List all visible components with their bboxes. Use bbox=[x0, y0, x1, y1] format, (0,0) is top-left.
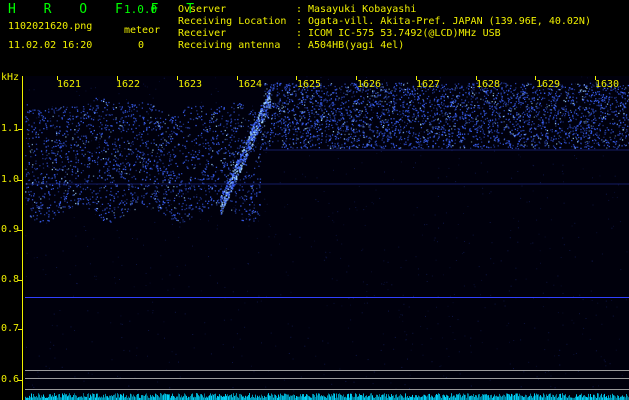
y-tick-label: 1.0 bbox=[1, 174, 20, 185]
y-tick-label: 0.9 bbox=[1, 224, 20, 235]
reference-line bbox=[25, 389, 629, 390]
x-tick bbox=[57, 76, 58, 80]
spectrogram-plot[interactable] bbox=[25, 76, 629, 400]
meteor-label: meteor bbox=[124, 25, 161, 36]
x-tick-label: 1628 bbox=[475, 79, 501, 90]
info-row-observer: Ovserver: Masayuki Kobayashi bbox=[178, 4, 416, 15]
reference-line bbox=[25, 378, 629, 379]
info-value: A504HB(yagi 4el) bbox=[308, 40, 405, 51]
y-tick-label: 0.7 bbox=[1, 323, 20, 334]
y-tick-label: 0.6 bbox=[1, 374, 20, 385]
info-value: Masayuki Kobayashi bbox=[308, 4, 417, 15]
meteor-count: 0 bbox=[138, 40, 145, 51]
x-tick-label: 1623 bbox=[177, 79, 203, 90]
x-tick-label: 1624 bbox=[237, 79, 263, 90]
y-tick-label: 1.1 bbox=[1, 123, 20, 134]
info-key: Receiver bbox=[178, 28, 227, 39]
x-tick-label: 1626 bbox=[356, 79, 382, 90]
y-tick bbox=[18, 180, 22, 181]
info-separator: : bbox=[296, 4, 303, 15]
x-tick-label: 1627 bbox=[415, 79, 441, 90]
y-tick bbox=[18, 380, 22, 381]
info-separator: : bbox=[296, 16, 303, 27]
app-title: H R O F F T bbox=[8, 2, 205, 17]
info-key: Receiving Location bbox=[178, 16, 287, 27]
x-tick bbox=[237, 76, 238, 80]
x-tick bbox=[416, 76, 417, 80]
x-tick-label: 1629 bbox=[535, 79, 561, 90]
x-tick bbox=[296, 76, 297, 80]
x-tick-label: 1621 bbox=[56, 79, 82, 90]
x-tick bbox=[177, 76, 178, 80]
y-tick bbox=[18, 280, 22, 281]
spectrogram-canvas bbox=[25, 76, 629, 400]
app-version: 1.0.0 bbox=[124, 3, 158, 16]
reference-line bbox=[25, 297, 629, 298]
x-tick-label: 1630 bbox=[594, 79, 620, 90]
info-row-receiver: Receiver: ICOM IC-575 53.7492(@LCD)MHz US… bbox=[178, 28, 501, 39]
y-tick-label: 0.8 bbox=[1, 274, 20, 285]
y-axis bbox=[22, 76, 23, 400]
x-tick bbox=[595, 76, 596, 80]
file-name: 1102021620.png bbox=[8, 21, 93, 32]
reference-line bbox=[25, 370, 629, 371]
x-tick bbox=[356, 76, 357, 80]
y-tick bbox=[18, 329, 22, 330]
x-tick-label: 1625 bbox=[296, 79, 322, 90]
x-tick bbox=[117, 76, 118, 80]
y-axis-unit: kHz bbox=[1, 72, 20, 83]
info-row-antenna: Receiving antenna: A504HB(yagi 4el) bbox=[178, 40, 404, 51]
info-key: Ovserver bbox=[178, 4, 227, 15]
x-tick bbox=[476, 76, 477, 80]
y-tick bbox=[18, 129, 22, 130]
x-tick bbox=[535, 76, 536, 80]
info-separator: : bbox=[296, 40, 303, 51]
timestamp: 11.02.02 16:20 bbox=[8, 40, 93, 51]
info-key: Receiving antenna bbox=[178, 40, 281, 51]
x-tick-label: 1622 bbox=[115, 79, 141, 90]
info-value: Ogata-vill. Akita-Pref. JAPAN (139.96E, … bbox=[308, 16, 591, 27]
y-tick bbox=[18, 230, 22, 231]
info-separator: : bbox=[296, 28, 303, 39]
info-row-location: Receiving Location: Ogata-vill. Akita-Pre… bbox=[178, 16, 591, 27]
info-value: ICOM IC-575 53.7492(@LCD)MHz USB bbox=[308, 28, 501, 39]
